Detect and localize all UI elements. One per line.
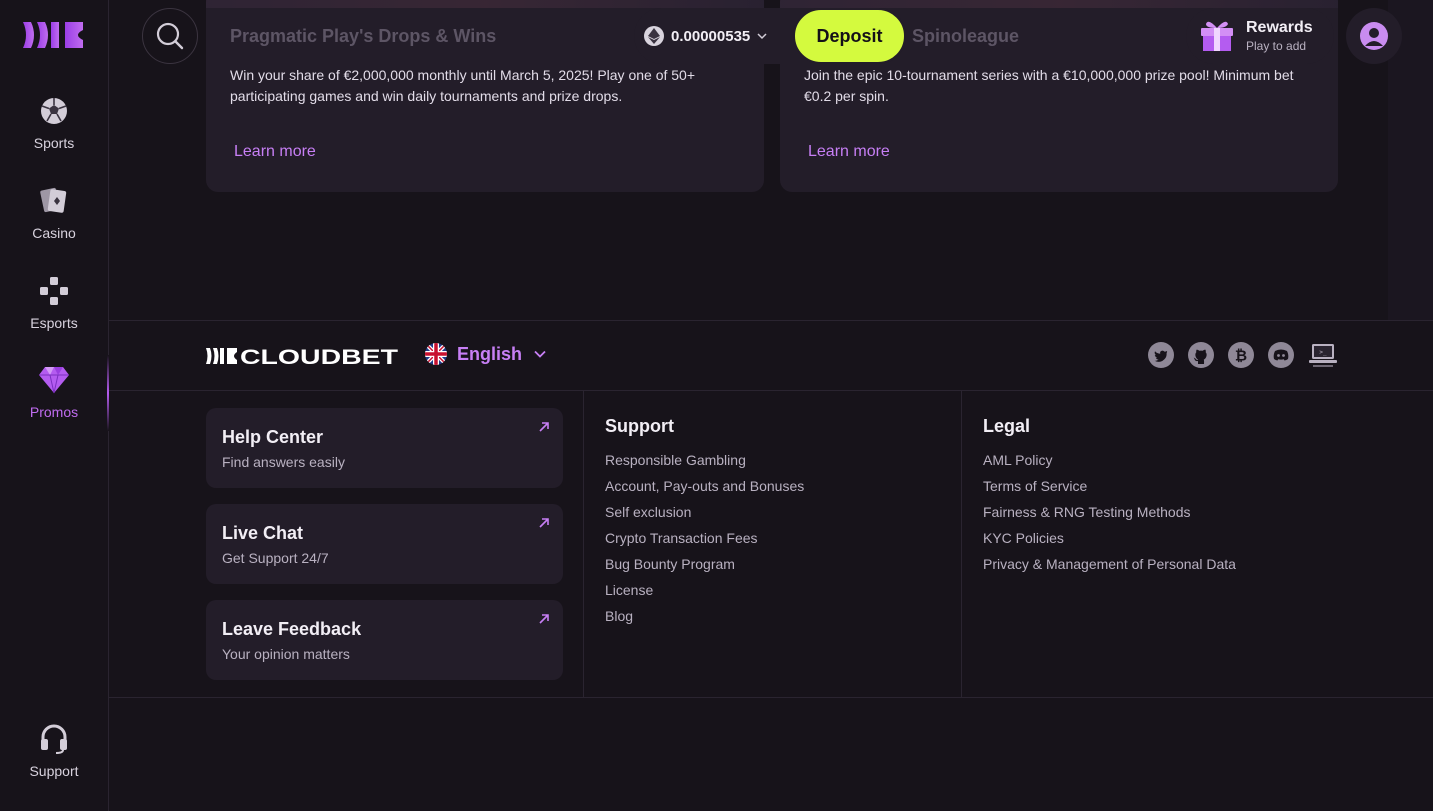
headset-icon xyxy=(38,723,70,755)
footer-link-terms[interactable]: Terms of Service xyxy=(983,477,1236,503)
search-button[interactable] xyxy=(142,8,198,64)
language-label: English xyxy=(457,343,523,364)
footer-divider xyxy=(109,697,1433,698)
help-card-title: Help Center xyxy=(222,427,324,447)
help-card-title: Leave Feedback xyxy=(222,619,362,639)
promo-title: Pragmatic Play's Drops & Wins xyxy=(230,26,497,46)
promo-image xyxy=(206,0,764,8)
wallet-selector[interactable]: 0.00000535 Deposit xyxy=(634,8,906,64)
legal-heading: Legal xyxy=(983,416,1031,436)
sidebar-item-label: Sports xyxy=(33,135,75,151)
footer-link-kyc[interactable]: KYC Policies xyxy=(983,529,1236,555)
arrow-up-right-icon xyxy=(537,420,551,439)
help-card-subtitle: Find answers easily xyxy=(222,454,345,470)
balance-value: 0.00000535 xyxy=(671,27,751,45)
social-links: ₿ >_ xyxy=(1147,341,1339,369)
sidebar-item-promos[interactable]: Promos xyxy=(0,364,108,444)
help-card-subtitle: Your opinion matters xyxy=(222,646,350,662)
footer-link-bug-bounty[interactable]: Bug Bounty Program xyxy=(605,555,804,581)
legal-column: Legal AML Policy Terms of Service Fairne… xyxy=(983,416,1236,581)
footer-link-license[interactable]: License xyxy=(605,581,804,607)
sidebar-item-label: Support xyxy=(29,763,79,779)
discord-icon[interactable] xyxy=(1267,341,1295,369)
avatar-icon xyxy=(1360,22,1388,50)
sidebar: Sports Casino Esports Promos Support xyxy=(0,0,109,811)
cloudbet-wordmark[interactable]: CLOUDBET xyxy=(206,346,400,371)
user-avatar-button[interactable] xyxy=(1346,8,1402,64)
rewards-title: Rewards xyxy=(1246,19,1313,36)
support-column: Support Responsible Gambling Account, Pa… xyxy=(605,416,804,633)
github-icon[interactable] xyxy=(1187,341,1215,369)
learn-more-link[interactable]: Learn more xyxy=(808,143,890,161)
footer-link-aml-policy[interactable]: AML Policy xyxy=(983,451,1236,477)
search-icon xyxy=(156,22,184,50)
uk-flag-icon xyxy=(425,343,447,365)
sidebar-item-label: Esports xyxy=(30,315,78,331)
arrow-up-right-icon xyxy=(537,516,551,535)
diamond-icon xyxy=(38,364,70,396)
svg-text:>_: >_ xyxy=(1319,349,1327,356)
ethereum-icon xyxy=(644,26,664,46)
promo-description: Win your share of €2,000,000 monthly unt… xyxy=(230,67,696,104)
promo-title: Spinoleague xyxy=(912,26,1020,46)
column-divider xyxy=(583,391,584,697)
promo-image xyxy=(780,0,1338,8)
sidebar-item-label: Casino xyxy=(32,225,76,241)
footer-link-fairness[interactable]: Fairness & RNG Testing Methods xyxy=(983,503,1236,529)
playing-cards-icon xyxy=(38,185,70,217)
footer-top-bar: CLOUDBET English ₿ >_ xyxy=(109,320,1433,391)
gift-icon xyxy=(1198,16,1236,57)
support-heading: Support xyxy=(605,416,674,436)
rewards-button[interactable]: Rewards Play to add xyxy=(1186,8,1334,64)
chevron-down-icon xyxy=(534,345,546,363)
gamepad-icon xyxy=(38,275,70,307)
rewards-subtitle: Play to add xyxy=(1246,39,1307,53)
promo-description: Join the epic 10-tournament series with … xyxy=(804,67,1294,104)
arrow-up-right-icon xyxy=(537,612,551,631)
footer-link-privacy[interactable]: Privacy & Management of Personal Data xyxy=(983,555,1236,581)
twitter-icon[interactable] xyxy=(1147,341,1175,369)
sidebar-item-casino[interactable]: Casino xyxy=(0,185,108,265)
footer-link-blog[interactable]: Blog xyxy=(605,607,804,633)
brand-text: CLOUDBET xyxy=(240,346,398,366)
footer-link-crypto-fees[interactable]: Crypto Transaction Fees xyxy=(605,529,804,555)
sidebar-item-esports[interactable]: Esports xyxy=(0,275,108,355)
sidebar-item-support[interactable]: Support xyxy=(0,723,108,803)
chevron-down-icon xyxy=(757,27,767,45)
live-chat-card[interactable]: Live Chat Get Support 24/7 xyxy=(206,504,563,584)
cloudbet-logo[interactable] xyxy=(21,20,85,50)
footer-link-account-payouts[interactable]: Account, Pay-outs and Bonuses xyxy=(605,477,804,503)
sidebar-item-sports[interactable]: Sports xyxy=(0,95,108,175)
language-selector[interactable]: English xyxy=(425,343,546,365)
bitcoin-icon[interactable]: ₿ xyxy=(1227,341,1255,369)
soccer-ball-icon xyxy=(38,95,70,127)
svg-text:₿: ₿ xyxy=(1235,347,1247,365)
footer-link-responsible-gambling[interactable]: Responsible Gambling xyxy=(605,451,804,477)
deposit-button[interactable]: Deposit xyxy=(793,8,906,64)
help-center-card[interactable]: Help Center Find answers easily xyxy=(206,408,563,488)
help-card-subtitle: Get Support 24/7 xyxy=(222,550,329,566)
learn-more-link[interactable]: Learn more xyxy=(234,143,316,161)
laptop-icon[interactable]: >_ xyxy=(1307,341,1339,369)
footer-link-self-exclusion[interactable]: Self exclusion xyxy=(605,503,804,529)
sidebar-item-label: Promos xyxy=(29,404,79,420)
leave-feedback-card[interactable]: Leave Feedback Your opinion matters xyxy=(206,600,563,680)
help-card-title: Live Chat xyxy=(222,523,304,543)
column-divider xyxy=(961,391,962,697)
